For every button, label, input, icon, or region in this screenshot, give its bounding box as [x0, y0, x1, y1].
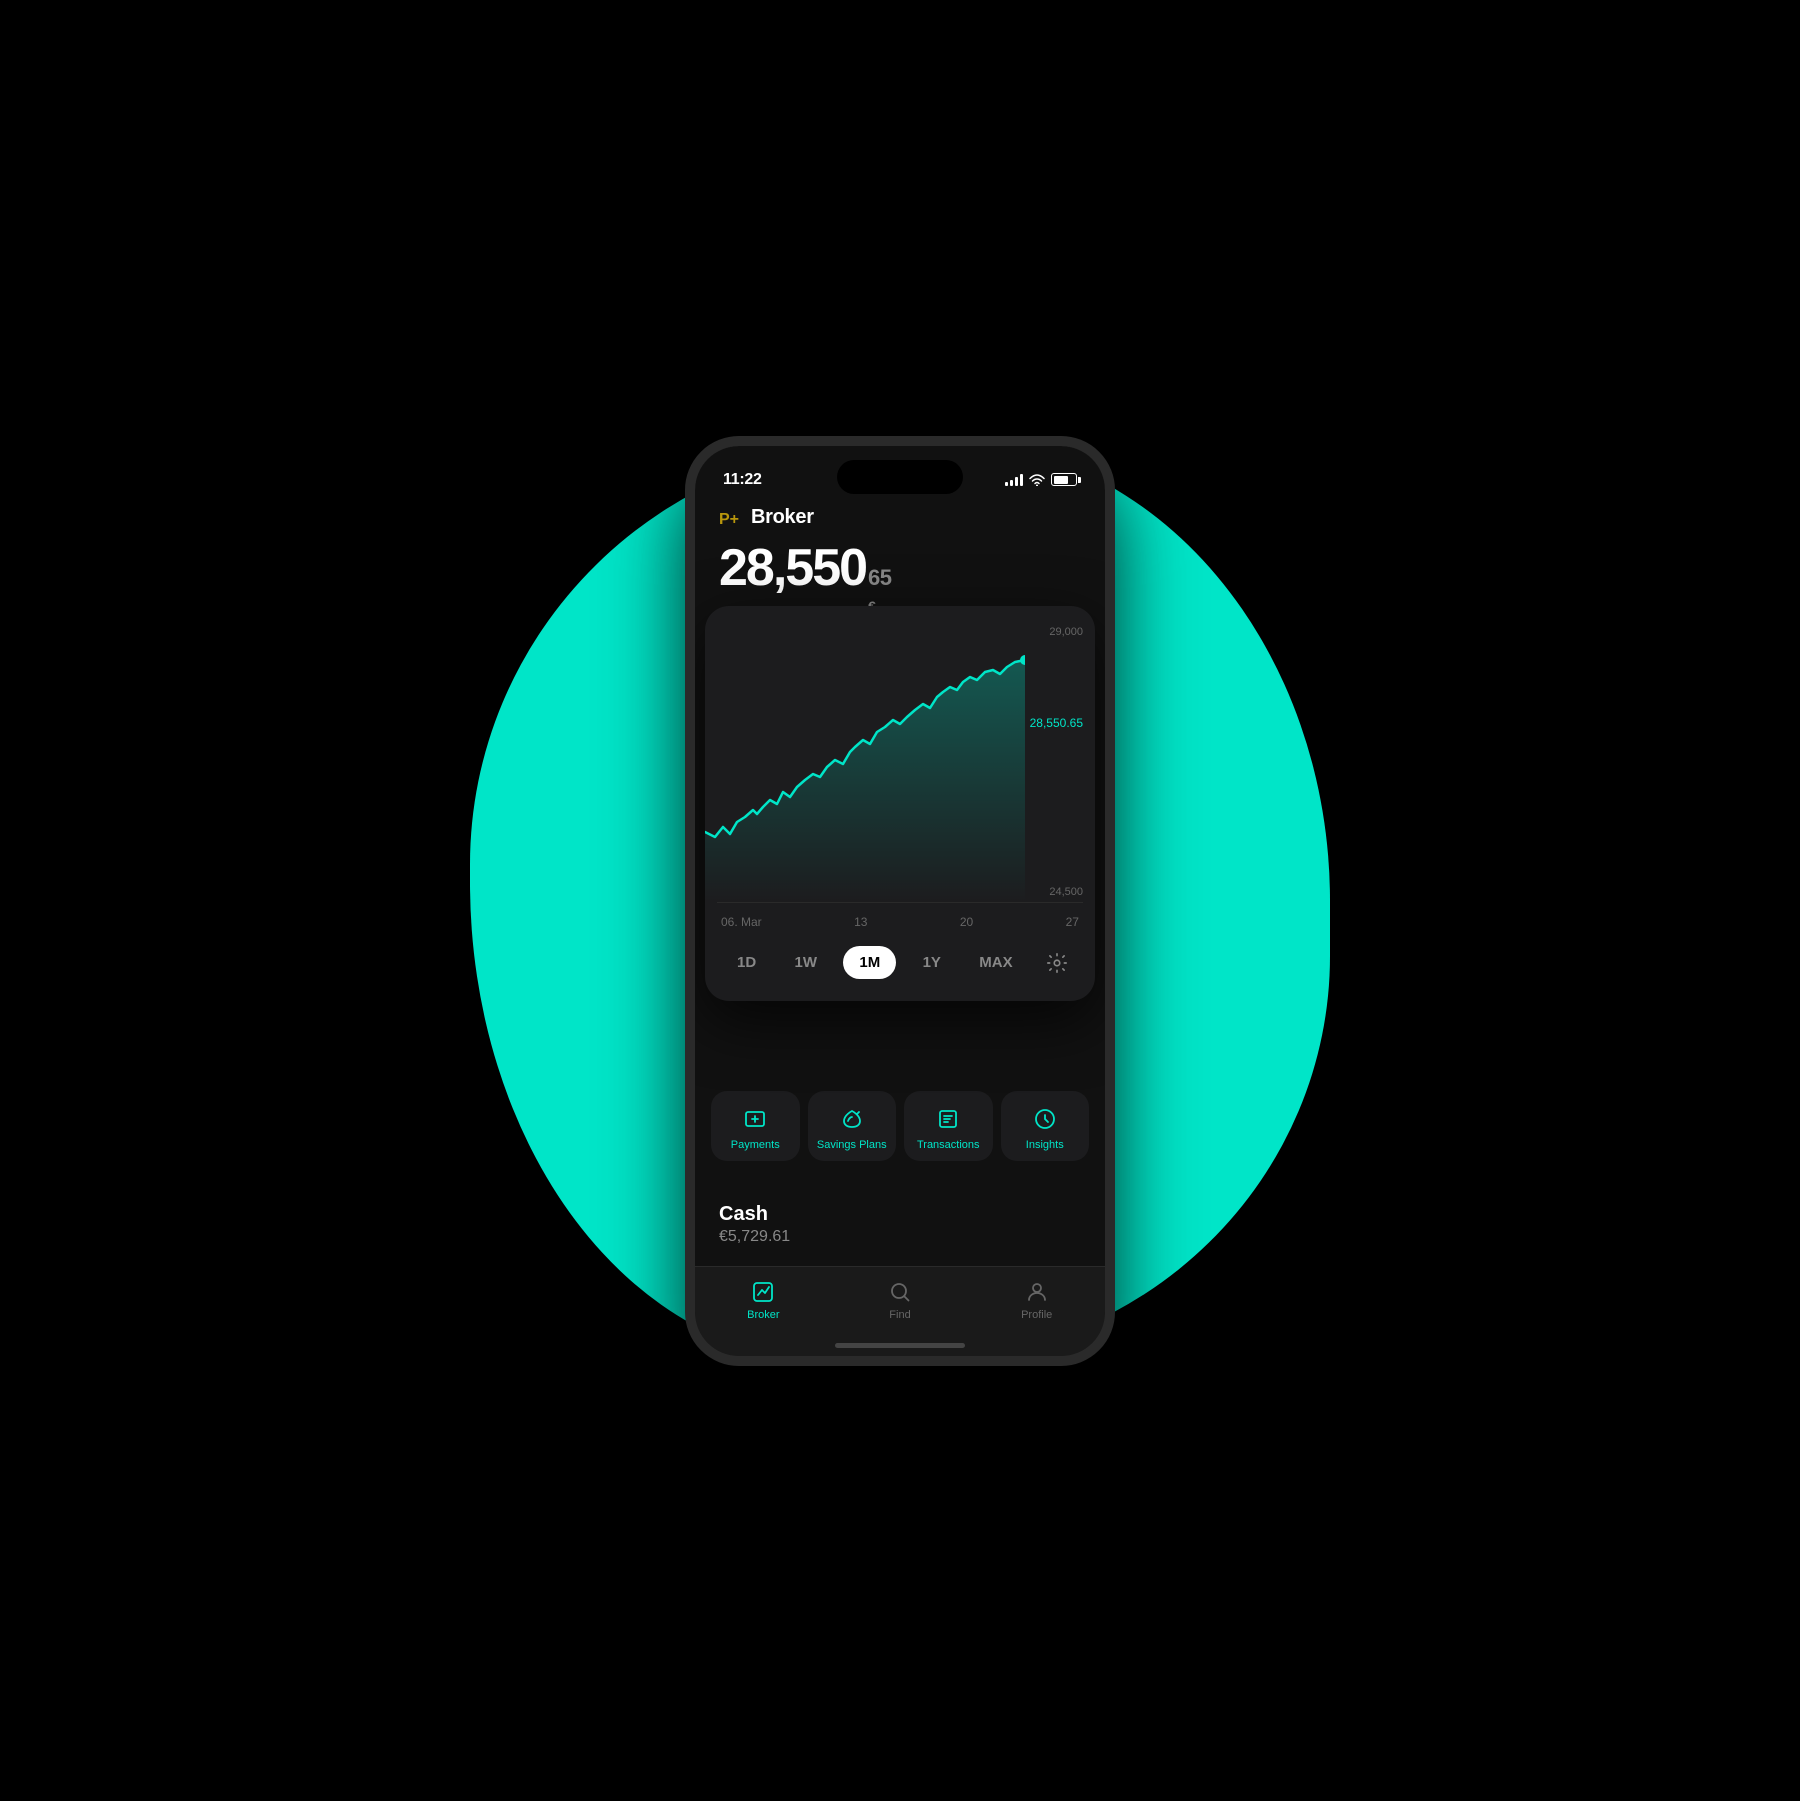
broker-nav-icon: [750, 1279, 776, 1305]
transactions-label: Transactions: [917, 1139, 980, 1151]
chart-svg: [705, 622, 1025, 902]
home-indicator: [835, 1343, 965, 1348]
savings-label: Savings Plans: [817, 1139, 887, 1151]
chart-svg-container: [705, 622, 1025, 902]
payments-icon: [741, 1105, 769, 1133]
chart-settings-button[interactable]: [1039, 945, 1075, 981]
status-icons: [1005, 473, 1077, 486]
nav-find[interactable]: Find: [832, 1279, 969, 1321]
brand-row: P+ Broker: [719, 506, 1081, 530]
portfolio-value: 28,550 65€: [719, 538, 1081, 617]
chart-x-4: 27: [1066, 915, 1079, 929]
transactions-action[interactable]: Transactions: [904, 1091, 993, 1161]
signal-icon: [1005, 474, 1023, 486]
broker-nav-label: Broker: [747, 1309, 779, 1321]
chart-x-labels: 06. Mar 13 20 27: [705, 915, 1095, 929]
profile-nav-label: Profile: [1021, 1309, 1052, 1321]
status-time: 11:22: [723, 471, 762, 489]
phone-frame: 11:22: [685, 436, 1115, 1366]
phone-wrapper: 11:22: [685, 436, 1115, 1366]
cash-title: Cash: [719, 1203, 790, 1226]
brand-logo: P+: [719, 506, 743, 530]
nav-profile[interactable]: Profile: [968, 1279, 1105, 1321]
insights-icon: [1031, 1105, 1059, 1133]
chart-x-1: 06. Mar: [721, 915, 762, 929]
cash-value: €5,729.61: [719, 1228, 790, 1246]
find-nav-icon: [887, 1279, 913, 1305]
savings-action[interactable]: Savings Plans: [808, 1091, 897, 1161]
period-max-button[interactable]: MAX: [967, 946, 1024, 979]
battery-icon: [1051, 473, 1077, 486]
savings-icon: [838, 1105, 866, 1133]
payments-action[interactable]: Payments: [711, 1091, 800, 1161]
portfolio-main: 28,550: [719, 538, 866, 598]
profile-nav-icon: [1024, 1279, 1050, 1305]
insights-label: Insights: [1026, 1139, 1064, 1151]
period-selector: 1D 1W 1M 1Y MAX: [705, 945, 1095, 981]
cash-section: Cash €5,729.61: [719, 1203, 790, 1246]
gear-icon: [1046, 952, 1068, 974]
quick-actions: Payments Savings Plans: [695, 1091, 1105, 1161]
period-1w-button[interactable]: 1W: [783, 946, 830, 979]
payments-label: Payments: [731, 1139, 780, 1151]
chart-current-value: 28,550.65: [1030, 716, 1083, 730]
svg-text:P+: P+: [719, 511, 739, 528]
transactions-icon: [934, 1105, 962, 1133]
chart-x-3: 20: [960, 915, 973, 929]
chart-card: 29,000 28,550.65 24,500 06. Mar 13 20 27: [705, 606, 1095, 1001]
chart-y-labels: 29,000 28,550.65 24,500: [1030, 622, 1083, 902]
brand-name: Broker: [751, 506, 814, 529]
period-1y-button[interactable]: 1Y: [911, 946, 953, 979]
period-1m-button[interactable]: 1M: [843, 946, 896, 979]
dynamic-island: [837, 460, 963, 494]
insights-action[interactable]: Insights: [1001, 1091, 1090, 1161]
wifi-icon: [1029, 474, 1045, 486]
period-1d-button[interactable]: 1D: [725, 946, 768, 979]
chart-area: 29,000 28,550.65 24,500: [705, 622, 1095, 902]
nav-broker[interactable]: Broker: [695, 1279, 832, 1321]
chart-y-top: 29,000: [1030, 626, 1083, 638]
chart-y-bottom: 24,500: [1030, 886, 1083, 898]
find-nav-label: Find: [889, 1309, 910, 1321]
chart-x-2: 13: [854, 915, 867, 929]
screen-content: 11:22: [695, 446, 1105, 1356]
